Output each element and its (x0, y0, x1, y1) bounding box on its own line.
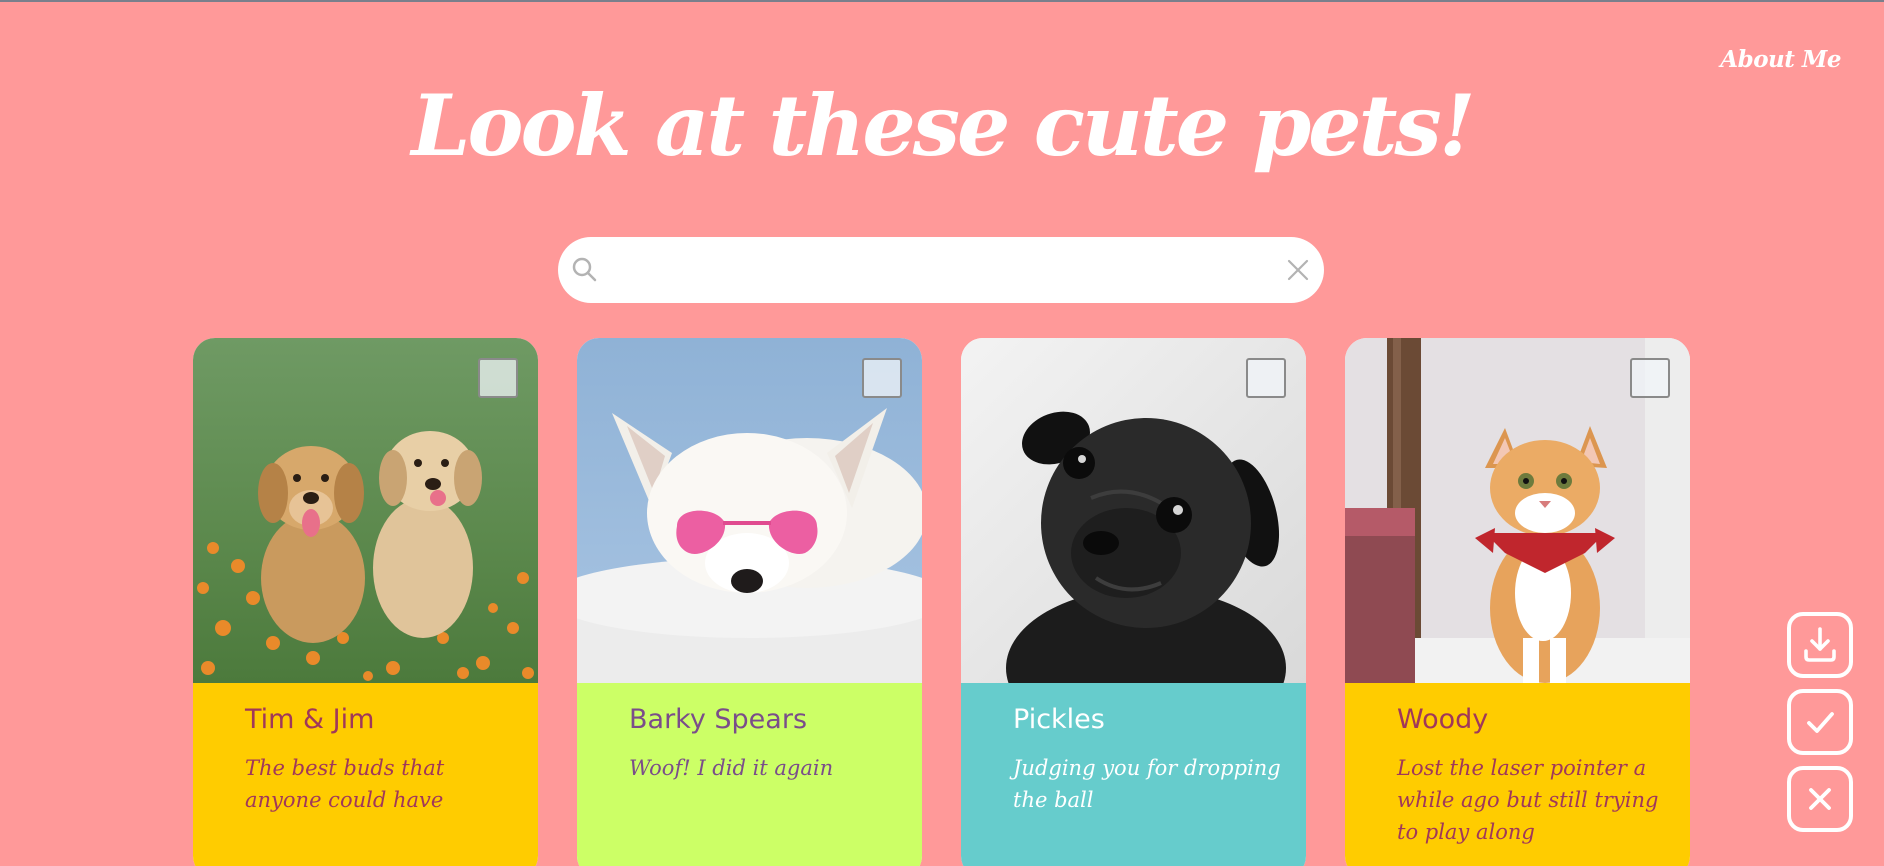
pet-description: Woof! I did it again (629, 756, 834, 780)
search-icon (568, 254, 600, 286)
search-input[interactable] (618, 250, 1262, 292)
select-all-button[interactable] (1787, 689, 1853, 755)
pet-name: Woody (1397, 704, 1489, 735)
download-button[interactable] (1787, 612, 1853, 678)
select-pet-checkbox[interactable] (478, 358, 518, 398)
check-icon (1791, 702, 1849, 742)
download-icon (1791, 625, 1849, 665)
pet-description: Lost the laser pointer a while ago but s… (1397, 756, 1659, 844)
clear-search-icon[interactable] (1284, 256, 1312, 284)
clear-selection-button[interactable] (1787, 766, 1853, 832)
pet-name: Pickles (1013, 704, 1105, 735)
select-pet-checkbox[interactable] (1246, 358, 1286, 398)
pet-description: The best buds that anyone could have (245, 756, 445, 812)
close-icon (1791, 779, 1849, 819)
pet-name: Tim & Jim (245, 704, 375, 735)
select-pet-checkbox[interactable] (1630, 358, 1670, 398)
pet-description: Judging you for dropping the ball (1013, 756, 1281, 812)
pet-card[interactable]: Pickles Judging you for dropping the bal… (961, 338, 1306, 866)
pet-card[interactable]: Woody Lost the laser pointer a while ago… (1345, 338, 1690, 866)
page-title: Look at these cute pets! (411, 76, 1475, 175)
window-top-border (0, 0, 1884, 2)
pet-card[interactable]: Barky Spears Woof! I did it again (577, 338, 922, 866)
pet-name: Barky Spears (629, 704, 808, 735)
select-pet-checkbox[interactable] (862, 358, 902, 398)
pet-card[interactable]: Tim & Jim The best buds that anyone coul… (193, 338, 538, 866)
search-bar (558, 237, 1324, 303)
about-me-link[interactable]: About Me (1720, 46, 1841, 73)
